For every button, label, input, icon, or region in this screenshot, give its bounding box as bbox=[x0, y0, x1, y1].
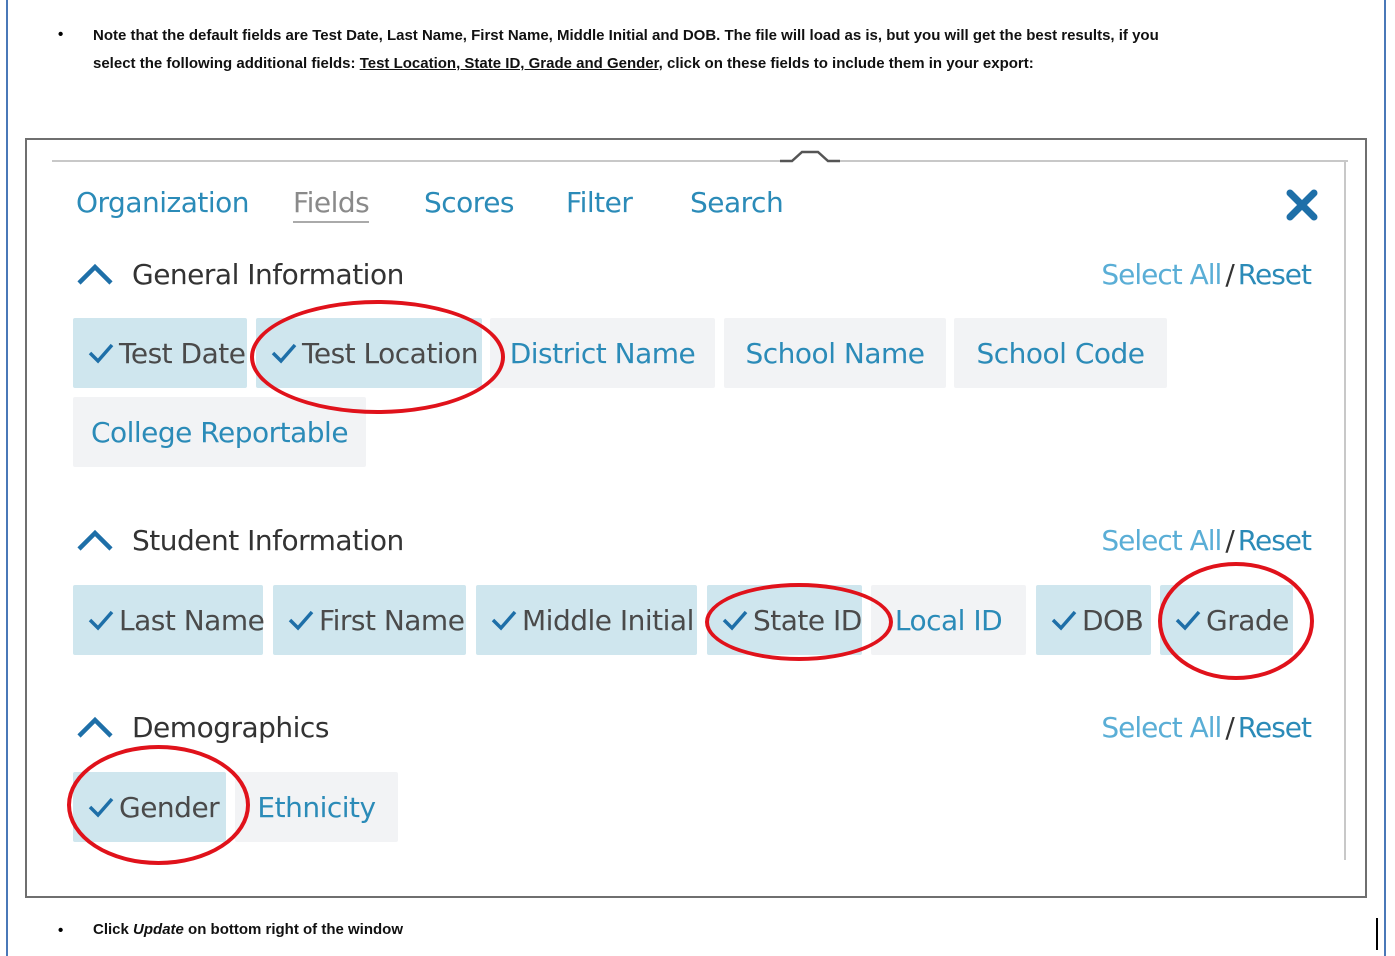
check-icon bbox=[1175, 610, 1201, 631]
field-chip-last-name[interactable]: Last Name bbox=[73, 585, 265, 655]
separator: / bbox=[1225, 711, 1234, 744]
chip-label: First Name bbox=[319, 603, 465, 637]
chip-label: Middle Initial bbox=[522, 603, 694, 637]
check-icon bbox=[88, 343, 114, 364]
instruction-update: Click Update on bottom right of the wind… bbox=[93, 916, 1378, 944]
chip-label: School Code bbox=[976, 336, 1145, 370]
chip-label: School Name bbox=[745, 336, 925, 370]
field-chip-grade[interactable]: Grade bbox=[1160, 585, 1293, 655]
click-pre: Click bbox=[93, 921, 134, 938]
select-reset-general: Select All / Reset bbox=[1101, 258, 1312, 291]
field-chip-school-code[interactable]: School Code bbox=[954, 318, 1167, 388]
chevron-up-icon bbox=[77, 263, 113, 285]
chip-label: College Reportable bbox=[90, 415, 349, 449]
chip-label: District Name bbox=[509, 336, 696, 370]
field-chip-school-name[interactable]: School Name bbox=[724, 318, 946, 388]
tab-search[interactable]: Search bbox=[690, 186, 784, 219]
select-all-link[interactable]: Select All bbox=[1101, 258, 1222, 291]
field-chip-dob[interactable]: DOB bbox=[1036, 585, 1151, 655]
bullet: • bbox=[58, 26, 64, 43]
field-chip-test-location[interactable]: Test Location bbox=[256, 318, 482, 388]
text-cursor bbox=[1376, 918, 1378, 950]
section-title: General Information bbox=[132, 257, 404, 291]
section-toggle-demographics[interactable]: Demographics bbox=[76, 707, 329, 747]
tab-organization[interactable]: Organization bbox=[76, 186, 250, 219]
chip-label: Last Name bbox=[119, 603, 265, 637]
bullet: • bbox=[58, 922, 64, 939]
popover-notch bbox=[780, 150, 840, 164]
select-all-link[interactable]: Select All bbox=[1101, 711, 1222, 744]
field-chip-middle-initial[interactable]: Middle Initial bbox=[476, 585, 697, 655]
chevron-up-icon bbox=[77, 716, 113, 738]
check-icon bbox=[491, 610, 517, 631]
chip-label: Ethnicity bbox=[257, 790, 376, 824]
close-icon[interactable] bbox=[1285, 188, 1319, 222]
field-chip-district-name[interactable]: District Name bbox=[490, 318, 715, 388]
select-reset-student: Select All / Reset bbox=[1101, 524, 1312, 557]
section-toggle-general[interactable]: General Information bbox=[76, 254, 404, 294]
reset-link[interactable]: Reset bbox=[1238, 711, 1312, 744]
reset-link[interactable]: Reset bbox=[1238, 524, 1312, 557]
note-line2-underlined: Test Location, State ID, Grade and Gende… bbox=[359, 55, 663, 72]
click-post: on bottom right of the window bbox=[183, 921, 403, 938]
section-title: Student Information bbox=[132, 523, 404, 557]
popover-top-border bbox=[52, 160, 1348, 162]
field-chip-ethnicity[interactable]: Ethnicity bbox=[235, 772, 398, 842]
field-chip-local-id[interactable]: Local ID bbox=[871, 585, 1026, 655]
check-icon bbox=[1051, 610, 1077, 631]
chip-label: Test Location bbox=[302, 336, 478, 370]
chip-label: Grade bbox=[1206, 603, 1289, 637]
separator: / bbox=[1225, 524, 1234, 557]
tab-scores[interactable]: Scores bbox=[424, 186, 515, 219]
section-toggle-student[interactable]: Student Information bbox=[76, 520, 404, 560]
check-icon bbox=[88, 610, 114, 631]
chip-label: Local ID bbox=[894, 603, 1003, 637]
section-title: Demographics bbox=[132, 710, 329, 744]
chevron-up-icon bbox=[77, 529, 113, 551]
field-chip-first-name[interactable]: First Name bbox=[273, 585, 466, 655]
chip-label: Gender bbox=[119, 790, 220, 824]
note-line2-pre: select the following additional fields: bbox=[93, 55, 360, 72]
check-icon bbox=[722, 610, 748, 631]
field-chip-gender[interactable]: Gender bbox=[73, 772, 226, 842]
check-icon bbox=[88, 797, 114, 818]
check-icon bbox=[271, 343, 297, 364]
field-chip-test-date[interactable]: Test Date bbox=[73, 318, 247, 388]
check-icon bbox=[288, 610, 314, 631]
chip-label: Test Date bbox=[119, 336, 246, 370]
field-chip-college-reportable[interactable]: College Reportable bbox=[73, 397, 366, 467]
chip-label: State ID bbox=[753, 603, 862, 637]
screenshot-panel bbox=[25, 138, 1367, 898]
note-line2-post: click on these fields to include them in… bbox=[662, 55, 1034, 72]
chip-label: DOB bbox=[1082, 603, 1144, 637]
separator: / bbox=[1225, 258, 1234, 291]
tab-fields[interactable]: Fields bbox=[293, 186, 370, 223]
popover-right-border bbox=[1344, 162, 1346, 860]
instruction-note: Note that the default fields are Test Da… bbox=[93, 22, 1378, 78]
select-reset-demographics: Select All / Reset bbox=[1101, 711, 1312, 744]
select-all-link[interactable]: Select All bbox=[1101, 524, 1222, 557]
reset-link[interactable]: Reset bbox=[1238, 258, 1312, 291]
tab-filter[interactable]: Filter bbox=[566, 186, 633, 219]
field-chip-state-id[interactable]: State ID bbox=[707, 585, 862, 655]
note-line1: Note that the default fields are Test Da… bbox=[93, 27, 1159, 44]
click-update-word: Update bbox=[133, 921, 184, 938]
